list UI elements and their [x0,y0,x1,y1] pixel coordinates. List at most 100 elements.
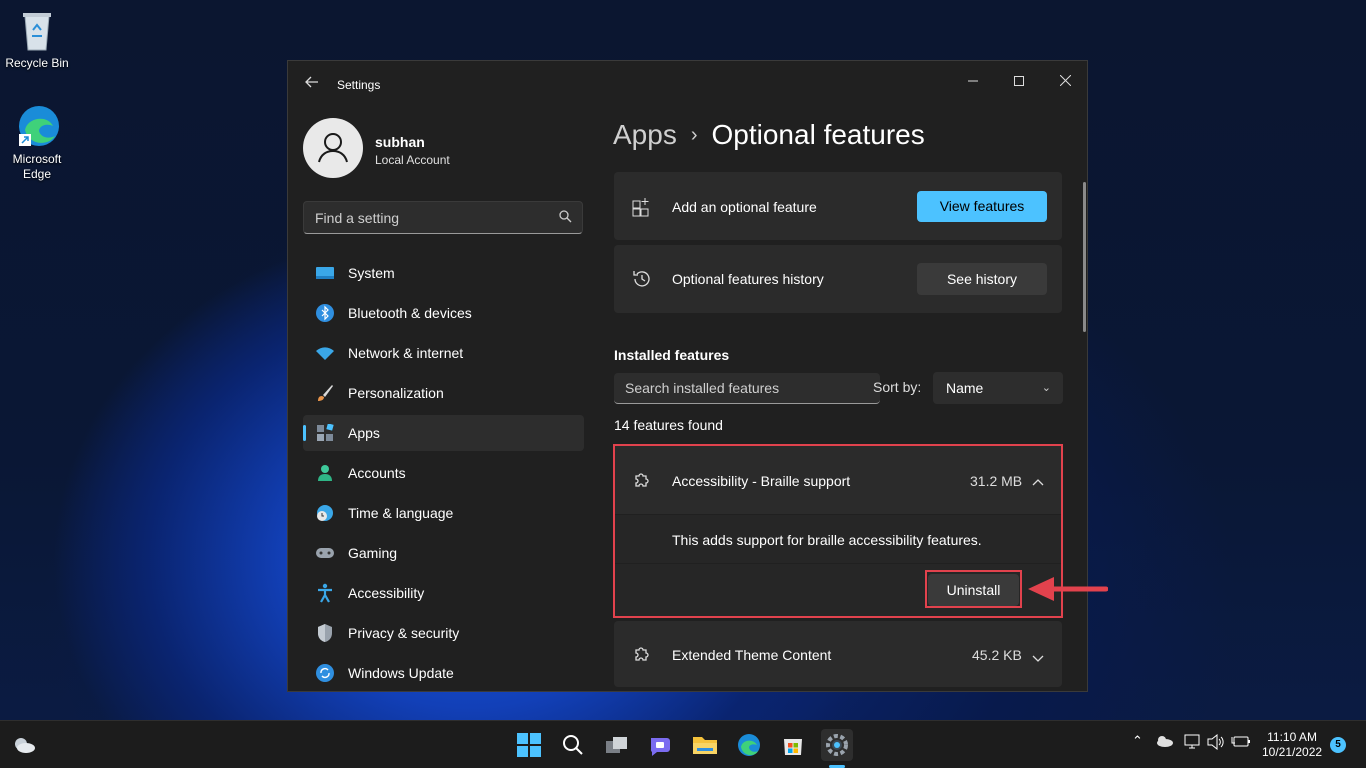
nav-label: Apps [348,425,380,441]
chevron-down-icon: ⌄ [1041,382,1051,394]
chat-icon [650,738,670,756]
feature-size: 45.2 KB [972,647,1022,663]
brush-icon [315,383,335,403]
edge-icon [738,734,760,756]
edge-taskbar-button[interactable] [733,729,765,761]
search-installed-placeholder: Search installed features [625,380,780,396]
clock-date: 10/21/2022 [1262,745,1323,759]
system-icon [315,263,335,283]
add-feature-icon [632,197,652,222]
nav-label: Network & internet [348,345,464,361]
weather-icon[interactable] [8,729,40,761]
task-view-icon [606,737,627,753]
nav-label: Accounts [348,465,406,481]
file-explorer-button[interactable] [689,729,721,761]
nav-label: Bluetooth & devices [348,305,472,321]
edge-icon [17,104,59,148]
nav-item-time-language[interactable]: Time & language [303,495,584,531]
globe-clock-icon [315,503,335,523]
history-icon [632,269,652,294]
nav-item-windows-update[interactable]: Windows Update [303,655,584,691]
volume-icon[interactable] [1207,733,1225,753]
update-icon [315,663,335,683]
recycle-bin-label: Recycle Bin [5,56,69,70]
find-setting-input[interactable]: Find a setting [303,201,583,234]
chevron-up-icon[interactable]: ⌃ [1132,733,1143,749]
user-name: subhan [375,134,425,150]
nav-item-personalization[interactable]: Personalization [303,375,584,411]
store-icon [784,739,802,755]
nav-label: System [348,265,395,281]
maximize-button[interactable] [996,65,1042,97]
settings-window: Settings subhan Local Account Find a set… [287,60,1088,692]
nav-label: Time & language [348,505,454,521]
battery-icon[interactable] [1231,735,1251,752]
add-feature-label: Add an optional feature [672,199,817,215]
scrollbar[interactable] [1083,182,1086,332]
feature-name: Extended Theme Content [672,647,832,663]
maximize-icon [1014,76,1024,86]
nav-label: Personalization [348,385,444,401]
clock[interactable]: 11:10 AM 10/21/2022 [1262,730,1322,760]
nav-label: Accessibility [348,585,425,601]
annotation-arrow-icon [1028,577,1108,601]
store-button[interactable] [777,729,809,761]
nav-item-network[interactable]: Network & internet [303,335,584,371]
settings-taskbar-button[interactable] [821,729,853,761]
sort-by-label: Sort by: [873,379,922,395]
chevron-down-icon[interactable] [1032,650,1044,668]
apps-icon [315,423,335,443]
back-arrow-icon[interactable] [302,75,322,95]
onedrive-icon[interactable] [1155,735,1173,750]
task-view-button[interactable] [601,729,633,761]
shield-icon [315,623,335,643]
windows-icon [517,733,541,757]
see-history-button[interactable]: See history [917,263,1047,295]
nav-menu: System Bluetooth & devices Network & int… [303,255,584,691]
feature-row-extended-theme[interactable]: Extended Theme Content 45.2 KB [614,621,1062,687]
recycle-bin-desktop-icon[interactable]: Recycle Bin [0,8,74,71]
nav-item-apps[interactable]: Apps [303,415,584,451]
accessibility-icon [315,583,335,603]
search-taskbar-button[interactable] [557,729,589,761]
edge-label-line1: Microsoft [12,152,62,166]
nav-item-accessibility[interactable]: Accessibility [303,575,584,611]
nav-item-privacy[interactable]: Privacy & security [303,615,584,651]
view-features-button[interactable]: View features [917,191,1047,222]
feature-history-card: Optional features history See history [614,245,1062,313]
notification-badge[interactable]: 5 [1330,737,1346,753]
edge-desktop-icon[interactable]: Microsoft Edge [0,104,74,182]
sort-value: Name [946,380,984,396]
nav-label: Windows Update [348,665,454,681]
close-icon [1059,74,1071,87]
title-bar[interactable]: Settings [288,61,1087,109]
breadcrumb-parent[interactable]: Apps [613,119,677,150]
accounts-icon [315,463,335,483]
search-placeholder: Find a setting [315,210,400,226]
wifi-icon [315,343,335,363]
teams-chat-button[interactable] [645,729,677,761]
edge-label-line2: Edge [22,167,52,181]
minimize-button[interactable] [950,65,996,97]
start-button[interactable] [513,729,545,761]
account-type: Local Account [375,153,450,167]
avatar[interactable] [303,118,363,178]
network-icon[interactable] [1184,734,1200,753]
search-icon[interactable] [559,210,572,228]
nav-label: Privacy & security [348,625,460,641]
breadcrumb-separator: › [690,124,698,146]
installed-features-heading: Installed features [614,347,730,363]
nav-item-bluetooth[interactable]: Bluetooth & devices [303,295,584,331]
minimize-icon [968,80,978,82]
nav-label: Gaming [348,545,398,561]
gamepad-icon [315,543,335,563]
add-optional-feature-card: Add an optional feature View features [614,172,1062,240]
close-button[interactable] [1042,65,1087,97]
page-title: Optional features [711,119,925,150]
nav-item-system[interactable]: System [303,255,584,291]
nav-item-accounts[interactable]: Accounts [303,455,584,491]
search-installed-features-input[interactable]: Search installed features [614,373,880,404]
search-icon [563,735,583,755]
nav-item-gaming[interactable]: Gaming [303,535,584,571]
sort-dropdown[interactable]: Name ⌄ [933,372,1063,404]
